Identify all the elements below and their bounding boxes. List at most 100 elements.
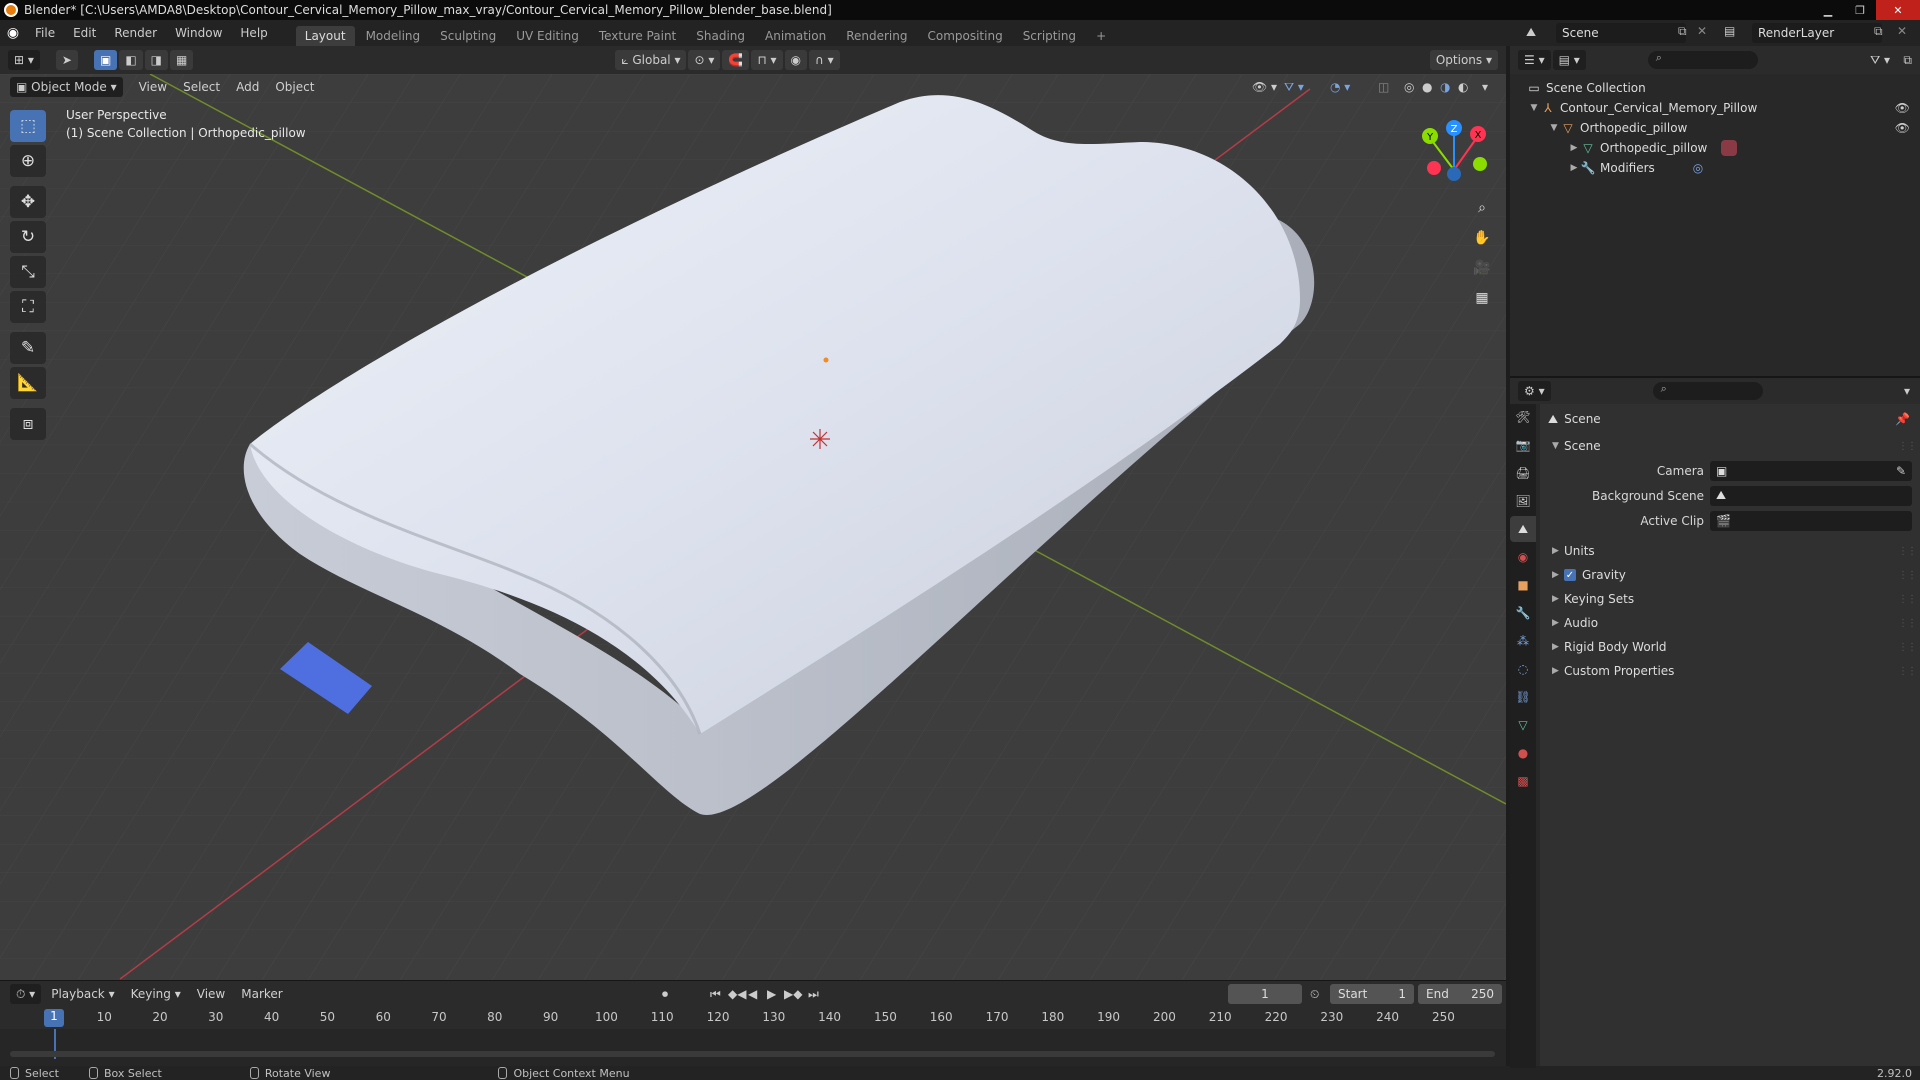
zoom-icon[interactable]: ⌕ <box>1468 194 1496 222</box>
options-dropdown[interactable]: Options ▾ <box>1429 50 1498 70</box>
play-icon[interactable]: ▶ <box>767 987 776 1001</box>
falloff-icon[interactable]: ∩ ▾ <box>809 50 840 70</box>
background-scene-field[interactable]: ⛰ <box>1710 485 1912 506</box>
menu-window[interactable]: Window <box>166 20 231 46</box>
auto-keying-icon[interactable]: ⏺ <box>662 987 668 1002</box>
rotate-tool-icon[interactable]: ↻ <box>10 221 46 253</box>
tab-compositing[interactable]: Compositing <box>918 26 1011 46</box>
current-frame-field[interactable]: 1 <box>1228 984 1302 1004</box>
select-subtract-icon[interactable]: ◨ <box>144 50 168 70</box>
transform-orientation-dropdown[interactable]: ⟀ Global ▾ <box>615 50 687 70</box>
particles-tab-icon[interactable]: ⁂ <box>1510 628 1536 654</box>
3d-cursor[interactable] <box>810 429 830 449</box>
view-layer-selector[interactable]: RenderLayer <box>1752 23 1882 43</box>
blender-menu-icon[interactable]: ◉ <box>0 20 26 46</box>
render-tab-icon[interactable]: 📷 <box>1510 432 1536 458</box>
wireframe-shading-icon[interactable]: ◎ <box>1404 80 1414 94</box>
tab-shading[interactable]: Shading <box>687 26 754 46</box>
menu-help[interactable]: Help <box>231 20 276 46</box>
jump-end-icon[interactable]: ⏭ <box>808 987 819 1002</box>
drag-grip-icon[interactable]: ⋮⋮ <box>1898 441 1917 452</box>
proportional-edit-icon[interactable]: ◉ <box>784 50 808 70</box>
eyedropper-icon[interactable]: ✎ <box>1896 464 1906 478</box>
next-keyframe-icon[interactable]: ▶◆ <box>784 987 802 1001</box>
gravity-checkbox[interactable]: ✓ <box>1564 569 1576 581</box>
menu-marker[interactable]: Marker <box>233 987 290 1001</box>
timeline-editor-type-icon[interactable]: ⏱ ▾ <box>10 984 42 1004</box>
filter-icon[interactable]: ⛛ ▾ <box>1870 53 1890 68</box>
outliner-editor-type-icon[interactable]: ☰ ▾ <box>1518 50 1551 70</box>
select-box-mode-icon[interactable]: ▣ <box>93 50 118 70</box>
material-tab-icon[interactable]: ● <box>1510 740 1536 766</box>
solid-shading-icon[interactable]: ● <box>1422 80 1432 94</box>
select-intersect-icon[interactable]: ▦ <box>170 50 194 70</box>
start-frame-field[interactable]: Start 1 <box>1330 984 1414 1004</box>
rigid-body-world-panel-header[interactable]: ▶ Rigid Body World ⋮⋮ <box>1540 635 1920 659</box>
expand-arrow-icon[interactable]: ▶ <box>1568 163 1580 173</box>
expand-arrow-icon[interactable]: ▶ <box>1568 143 1580 153</box>
menu-render[interactable]: Render <box>105 20 166 46</box>
view-layer-tab-icon[interactable]: 🖼 <box>1510 488 1536 514</box>
drag-grip-icon[interactable]: ⋮⋮ <box>1898 546 1917 557</box>
output-tab-icon[interactable]: 🖨 <box>1510 460 1536 486</box>
preview-range-icon[interactable]: ⏲ <box>1310 987 1319 1002</box>
outliner-row[interactable]: ▼ ▽ Orthopedic_pillow 👁 <box>1510 118 1920 138</box>
playhead[interactable]: 1 <box>44 1009 64 1027</box>
snap-target-icon[interactable]: ⊓ ▾ <box>751 50 783 70</box>
camera-view-icon[interactable]: 🎥 <box>1468 254 1496 282</box>
transform-tool-icon[interactable]: ⛶ <box>10 291 46 323</box>
units-panel-header[interactable]: ▶ Units ⋮⋮ <box>1540 539 1920 563</box>
expand-arrow-icon[interactable]: ▼ <box>1528 103 1540 113</box>
menu-timeline-view[interactable]: View <box>189 987 233 1001</box>
tab-texture-paint[interactable]: Texture Paint <box>590 26 685 46</box>
delete-scene-icon[interactable]: ✕ <box>1697 24 1707 38</box>
outliner-row[interactable]: ▶ ▽ Orthopedic_pillow <box>1510 138 1920 158</box>
audio-panel-header[interactable]: ▶ Audio ⋮⋮ <box>1540 611 1920 635</box>
add-cube-tool-icon[interactable]: ⧈ <box>10 408 46 440</box>
tab-sculpting[interactable]: Sculpting <box>431 26 505 46</box>
keying-sets-panel-header[interactable]: ▶ Keying Sets ⋮⋮ <box>1540 587 1920 611</box>
properties-editor-type-icon[interactable]: ⚙ ▾ <box>1518 381 1551 401</box>
snap-icon[interactable]: 🧲 <box>722 50 750 70</box>
data-tab-icon[interactable]: ▽ <box>1510 712 1536 738</box>
pin-icon[interactable]: 📌 <box>1895 412 1910 426</box>
measure-tool-icon[interactable]: 📐 <box>10 367 46 399</box>
gizmo-toggle-icon[interactable]: ⛛ ▾ <box>1284 80 1304 95</box>
move-tool-icon[interactable]: ✥ <box>10 186 46 218</box>
visibility-eye-icon[interactable]: 👁 <box>1895 101 1910 115</box>
shading-options-icon[interactable]: ▾ <box>1482 80 1488 94</box>
new-collection-icon[interactable]: ⧉ <box>1903 53 1912 68</box>
scale-tool-icon[interactable]: ⤡ <box>10 256 46 288</box>
properties-search-input[interactable]: ⌕ <box>1652 382 1763 400</box>
drag-grip-icon[interactable]: ⋮⋮ <box>1898 594 1917 605</box>
annotate-tool-icon[interactable]: ✎ <box>10 332 46 364</box>
menu-keying[interactable]: Keying ▾ <box>123 987 189 1001</box>
outliner-root[interactable]: ▭ Scene Collection <box>1510 78 1920 98</box>
drag-grip-icon[interactable]: ⋮⋮ <box>1898 570 1917 581</box>
editor-type-icon[interactable]: ⊞ ▾ <box>8 50 40 70</box>
menu-playback[interactable]: Playback ▾ <box>43 987 122 1001</box>
visibility-eye-icon[interactable]: 👁 <box>1895 121 1910 135</box>
scene-panel-header[interactable]: ▼ Scene ⋮⋮ <box>1540 434 1920 458</box>
menu-object[interactable]: Object <box>267 80 322 94</box>
tweak-tool-icon[interactable]: ➤ <box>55 50 78 70</box>
prev-keyframe-icon[interactable]: ◆◀ <box>728 987 746 1001</box>
scene-selector[interactable]: Scene <box>1556 23 1686 43</box>
tool-tab-icon[interactable]: 🛠 <box>1510 404 1536 430</box>
close-icon[interactable]: ✕ <box>1876 0 1920 20</box>
menu-select[interactable]: Select <box>175 80 228 94</box>
add-workspace-button[interactable]: + <box>1087 26 1115 46</box>
object-tab-icon[interactable]: ■ <box>1510 572 1536 598</box>
pan-hand-icon[interactable]: ✋ <box>1468 224 1496 252</box>
drag-grip-icon[interactable]: ⋮⋮ <box>1898 666 1917 677</box>
rendered-shading-icon[interactable]: ◐ <box>1458 80 1468 94</box>
ortho-toggle-icon[interactable]: ▦ <box>1468 284 1496 312</box>
play-reverse-icon[interactable]: ◀ <box>748 987 757 1001</box>
custom-properties-panel-header[interactable]: ▶ Custom Properties ⋮⋮ <box>1540 659 1920 683</box>
expand-arrow-icon[interactable]: ▼ <box>1548 123 1560 133</box>
jump-start-icon[interactable]: ⏮ <box>710 987 721 1002</box>
select-extend-icon[interactable]: ◧ <box>119 50 143 70</box>
tab-uv-editing[interactable]: UV Editing <box>507 26 588 46</box>
new-scene-icon[interactable]: ⧉ <box>1678 24 1687 39</box>
drag-grip-icon[interactable]: ⋮⋮ <box>1898 618 1917 629</box>
